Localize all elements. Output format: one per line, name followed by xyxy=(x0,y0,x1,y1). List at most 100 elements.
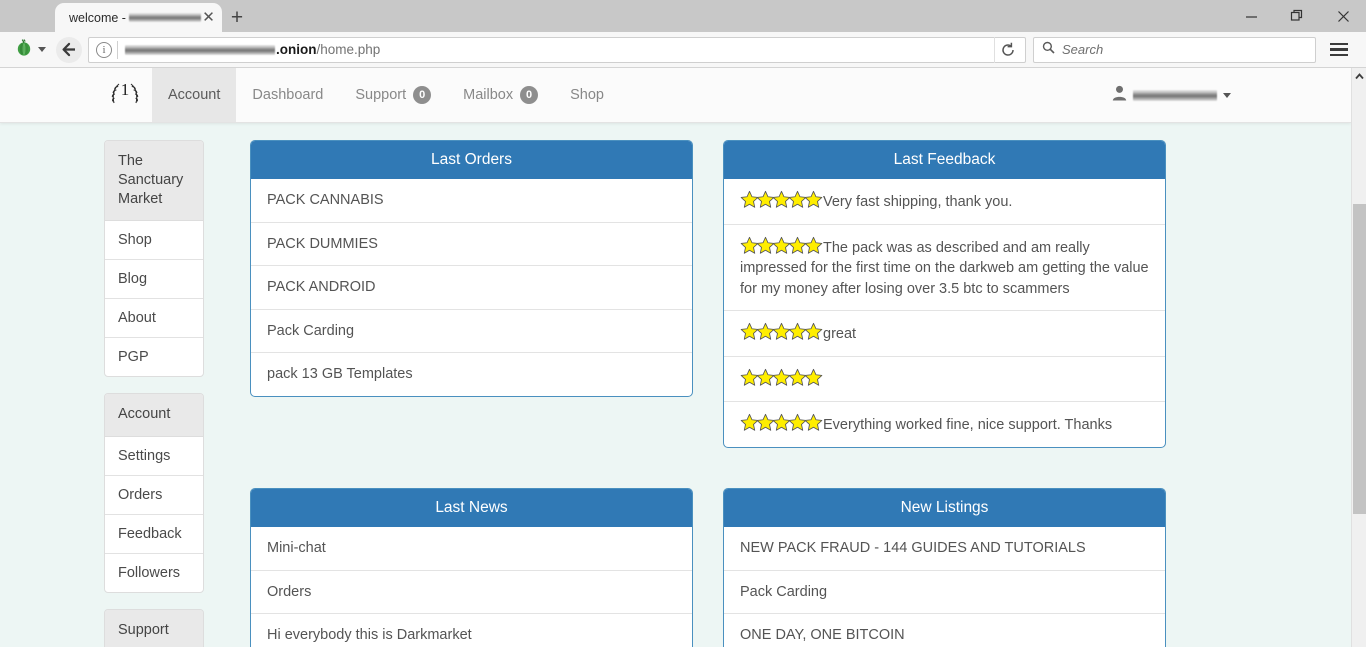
sidebar-item-settings[interactable]: Settings xyxy=(105,437,203,476)
user-menu[interactable] xyxy=(1112,68,1351,122)
url-text: .onion /home.php xyxy=(125,42,380,57)
list-item[interactable]: NEW PACK FRAUD - 144 GUIDES AND TUTORIAL… xyxy=(724,527,1165,571)
svg-text:1: 1 xyxy=(121,80,130,99)
page-scrollbar[interactable] xyxy=(1351,68,1366,647)
close-tab-icon[interactable]: ✕ xyxy=(201,8,216,28)
list-item[interactable]: pack 13 GB Templates xyxy=(251,353,692,396)
rating-stars-icon xyxy=(740,413,823,432)
window-controls xyxy=(1228,0,1366,32)
feedback-text: Everything worked fine, nice support. Th… xyxy=(823,417,1113,434)
new-tab-button[interactable]: + xyxy=(222,3,252,32)
url-divider xyxy=(117,40,118,59)
card-title: Last News xyxy=(251,489,692,528)
page-viewport: 1 Account Dashboard Support 0 Mailbox 0 … xyxy=(0,68,1366,647)
browser-toolbar: i .onion /home.php Search xyxy=(0,32,1366,68)
sidebar-item-about[interactable]: About xyxy=(105,299,203,339)
browser-menu-icon[interactable] xyxy=(1320,33,1358,67)
nav-item-dashboard[interactable]: Dashboard xyxy=(236,68,339,122)
search-input[interactable]: Search xyxy=(1062,42,1103,57)
page-body: The Sanctuary Market Shop Blog About PGP… xyxy=(0,123,1351,647)
list-item[interactable]: PACK CANNABIS xyxy=(251,179,692,223)
rating-stars-icon xyxy=(740,236,823,255)
sidebar-item-followers[interactable]: Followers xyxy=(105,554,203,592)
rating-stars-icon xyxy=(740,322,823,341)
site-navbar: 1 Account Dashboard Support 0 Mailbox 0 … xyxy=(0,68,1351,123)
sidebar-panel-title: Account xyxy=(105,394,203,437)
list-item[interactable]: Mini-chat xyxy=(251,527,692,571)
browser-window: welcome - ✕ + i .onion /home.php Search … xyxy=(0,0,1366,647)
onion-icon xyxy=(14,37,34,62)
site-logo[interactable]: 1 xyxy=(98,68,152,122)
nav-item-mailbox[interactable]: Mailbox 0 xyxy=(447,68,554,122)
sidebar-item-pgp[interactable]: PGP xyxy=(105,338,203,376)
list-item[interactable]: Hi everybody this is Darkmarket xyxy=(251,614,692,647)
tor-onion-button[interactable] xyxy=(8,37,52,62)
scroll-up-icon[interactable] xyxy=(1352,68,1366,84)
dashboard-cards: Last Orders PACK CANNABIS PACK DUMMIES P… xyxy=(204,140,1351,647)
feedback-row[interactable]: Everything worked fine, nice support. Th… xyxy=(724,402,1165,447)
feedback-row[interactable] xyxy=(724,357,1165,403)
tab-title: welcome - xyxy=(69,11,201,25)
browser-tab[interactable]: welcome - ✕ xyxy=(55,3,222,32)
sidebar-item-blog[interactable]: Blog xyxy=(105,260,203,300)
sidebar-panel-support: Support xyxy=(104,608,204,647)
feedback-row[interactable]: Very fast shipping, thank you. xyxy=(724,179,1165,225)
minimize-icon[interactable] xyxy=(1228,0,1274,32)
nav-item-label: Mailbox xyxy=(463,87,514,103)
nav-item-support[interactable]: Support 0 xyxy=(339,68,447,122)
restore-icon[interactable] xyxy=(1274,0,1320,32)
address-bar[interactable]: i .onion /home.php xyxy=(88,36,1026,63)
list-item[interactable]: PACK DUMMIES xyxy=(251,223,692,267)
scrollbar-thumb[interactable] xyxy=(1353,204,1366,514)
nav-item-account[interactable]: Account xyxy=(152,68,237,122)
sidebar-panel-title: Support xyxy=(105,609,203,647)
sidebar-item-orders[interactable]: Orders xyxy=(105,476,203,515)
card-title: Last Orders xyxy=(251,141,692,179)
site-info-icon[interactable]: i xyxy=(96,41,112,58)
list-item[interactable]: ONE DAY, ONE BITCOIN xyxy=(724,614,1165,647)
support-badge: 0 xyxy=(413,86,432,104)
card-last-news: Last News Mini-chat Orders Hi everybody … xyxy=(250,488,693,647)
rating-stars-icon xyxy=(740,368,823,387)
list-item[interactable]: PACK ANDROID xyxy=(251,266,692,310)
laurel-wreath-icon: 1 xyxy=(111,80,139,104)
chevron-down-icon xyxy=(1223,92,1231,98)
tab-title-redacted-block xyxy=(128,13,201,22)
nav-item-label: Shop xyxy=(570,87,604,103)
tab-strip: welcome - ✕ + xyxy=(0,0,1366,32)
sidebar-item-feedback[interactable]: Feedback xyxy=(105,515,203,554)
nav-item-label: Dashboard xyxy=(252,87,324,103)
card-title: New Listings xyxy=(724,489,1165,528)
chevron-down-icon xyxy=(38,47,46,52)
sidebar-item-shop[interactable]: Shop xyxy=(105,221,203,261)
reload-icon[interactable] xyxy=(994,36,1021,63)
back-button[interactable] xyxy=(56,36,82,63)
feedback-row[interactable]: The pack was as described and am really … xyxy=(724,225,1165,312)
card-new-listings: New Listings NEW PACK FRAUD - 144 GUIDES… xyxy=(723,488,1166,647)
feedback-row[interactable]: great xyxy=(724,311,1165,357)
close-window-icon[interactable] xyxy=(1320,0,1366,32)
card-last-orders: Last Orders PACK CANNABIS PACK DUMMIES P… xyxy=(250,140,693,397)
url-redacted-block xyxy=(125,44,275,55)
card-title: Last Feedback xyxy=(724,141,1165,179)
url-host: .onion xyxy=(276,42,317,57)
tab-title-text: welcome - xyxy=(69,10,126,25)
list-item[interactable]: Orders xyxy=(251,571,692,615)
page-content: 1 Account Dashboard Support 0 Mailbox 0 … xyxy=(0,68,1351,647)
nav-item-label: Support xyxy=(355,87,407,103)
search-bar[interactable]: Search xyxy=(1033,36,1316,63)
list-item[interactable]: Pack Carding xyxy=(724,571,1165,615)
card-last-feedback: Last Feedback Very fast shipping, thank … xyxy=(723,140,1166,449)
mailbox-badge: 0 xyxy=(520,86,539,104)
list-item[interactable]: Pack Carding xyxy=(251,310,692,354)
rating-stars-icon xyxy=(740,190,823,209)
search-icon xyxy=(1042,41,1055,59)
sidebar: The Sanctuary Market Shop Blog About PGP… xyxy=(0,140,204,647)
nav-item-shop[interactable]: Shop xyxy=(554,68,620,122)
sidebar-panel-account: Account Settings Orders Feedback Followe… xyxy=(104,393,204,593)
feedback-text: great xyxy=(823,326,857,343)
feedback-text: Very fast shipping, thank you. xyxy=(823,194,1013,210)
nav-item-label: Account xyxy=(168,87,221,103)
url-path: /home.php xyxy=(316,42,381,57)
avatar-icon xyxy=(1112,85,1127,106)
